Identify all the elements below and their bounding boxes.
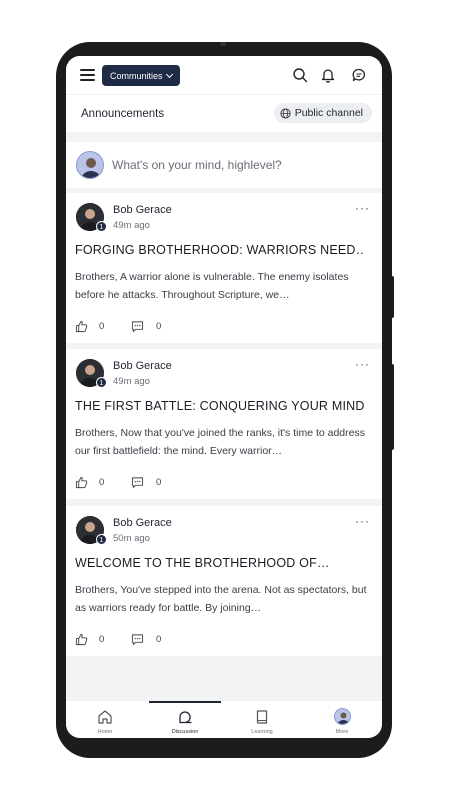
post-body: Brothers, A warrior alone is vulnerable.…	[75, 271, 349, 301]
nav-learning[interactable]: Learning	[232, 701, 292, 738]
post-title[interactable]: WELCOME TO THE BROTHERHOOD OF…	[75, 556, 365, 570]
nav-label: Discussion	[171, 729, 199, 735]
bottom-nav: Home Discussion Learning More	[66, 700, 382, 738]
nav-discussion[interactable]: Discussion	[155, 701, 215, 738]
like-count: 0	[99, 477, 105, 488]
post-title[interactable]: FORGING BROTHERHOOD: WARRIORS NEED…	[75, 243, 365, 257]
post-card[interactable]: 1 Bob Gerace 49m ago ··· FORGING BROTHER…	[66, 193, 382, 343]
post-actions: 0 0	[75, 476, 275, 490]
public-channel-label: Public channel	[294, 107, 363, 119]
level-badge: 1	[96, 221, 107, 232]
author-name[interactable]: Bob Gerace	[113, 517, 172, 529]
home-icon	[98, 710, 112, 724]
like-count: 0	[99, 634, 105, 645]
more-options-icon[interactable]: ···	[355, 201, 370, 215]
composer-placeholder: What's on your mind, highlevel?	[112, 158, 282, 172]
level-badge: 1	[96, 377, 107, 388]
comment-count: 0	[156, 477, 162, 488]
thumbs-up-icon[interactable]	[75, 320, 88, 333]
author-name[interactable]: Bob Gerace	[113, 360, 172, 372]
book-icon	[256, 710, 268, 724]
thumbs-up-icon[interactable]	[75, 633, 88, 646]
like-count: 0	[99, 321, 105, 332]
author-name[interactable]: Bob Gerace	[113, 204, 172, 216]
nav-more[interactable]: More	[312, 701, 372, 738]
discussion-icon	[179, 711, 192, 724]
phone-side-button	[390, 364, 394, 450]
post-composer[interactable]: What's on your mind, highlevel?	[66, 142, 382, 188]
communities-label: Communities	[110, 70, 163, 81]
chevron-down-icon	[165, 70, 173, 78]
post-time: 50m ago	[113, 533, 150, 544]
comment-count: 0	[156, 634, 162, 645]
user-avatar	[76, 151, 104, 179]
search-icon[interactable]	[292, 67, 308, 83]
app-screen: Communities Announcements Public channel	[66, 56, 382, 738]
post-time: 49m ago	[113, 376, 150, 387]
nav-label: Learning	[251, 729, 273, 735]
phone-camera	[220, 42, 226, 46]
nav-label: Home	[97, 729, 113, 735]
post-body: Brothers, You've stepped into the arena.…	[75, 584, 367, 614]
post-time: 49m ago	[113, 220, 150, 231]
channel-title: Announcements	[81, 108, 165, 120]
public-channel-badge[interactable]: Public channel	[273, 103, 372, 123]
post-actions: 0 0	[75, 320, 275, 334]
bell-icon[interactable]	[320, 67, 336, 83]
comment-count: 0	[156, 321, 162, 332]
channel-header: Announcements Public channel	[66, 94, 382, 132]
thumbs-up-icon[interactable]	[75, 476, 88, 489]
top-bar: Communities	[66, 56, 382, 94]
post-card[interactable]: 1 Bob Gerace 49m ago ··· THE FIRST BATTL…	[66, 349, 382, 499]
chat-icon[interactable]	[351, 67, 367, 83]
comment-icon[interactable]	[131, 320, 144, 333]
comment-icon[interactable]	[131, 633, 144, 646]
level-badge: 1	[96, 534, 107, 545]
user-avatar	[334, 708, 351, 725]
communities-dropdown-button[interactable]: Communities	[102, 65, 180, 86]
menu-icon[interactable]	[80, 69, 95, 81]
nav-home[interactable]: Home	[75, 701, 135, 738]
post-actions: 0 0	[75, 633, 275, 647]
phone-side-button	[390, 276, 394, 318]
comment-icon[interactable]	[131, 476, 144, 489]
more-options-icon[interactable]: ···	[355, 357, 370, 371]
nav-label: More	[335, 729, 349, 735]
more-options-icon[interactable]: ···	[355, 514, 370, 528]
globe-icon	[280, 107, 291, 119]
post-body: Brothers, Now that you've joined the ran…	[75, 427, 365, 457]
post-card[interactable]: 1 Bob Gerace 50m ago ··· WELCOME TO THE …	[66, 506, 382, 656]
post-title[interactable]: THE FIRST BATTLE: CONQUERING YOUR MIND	[75, 399, 365, 413]
